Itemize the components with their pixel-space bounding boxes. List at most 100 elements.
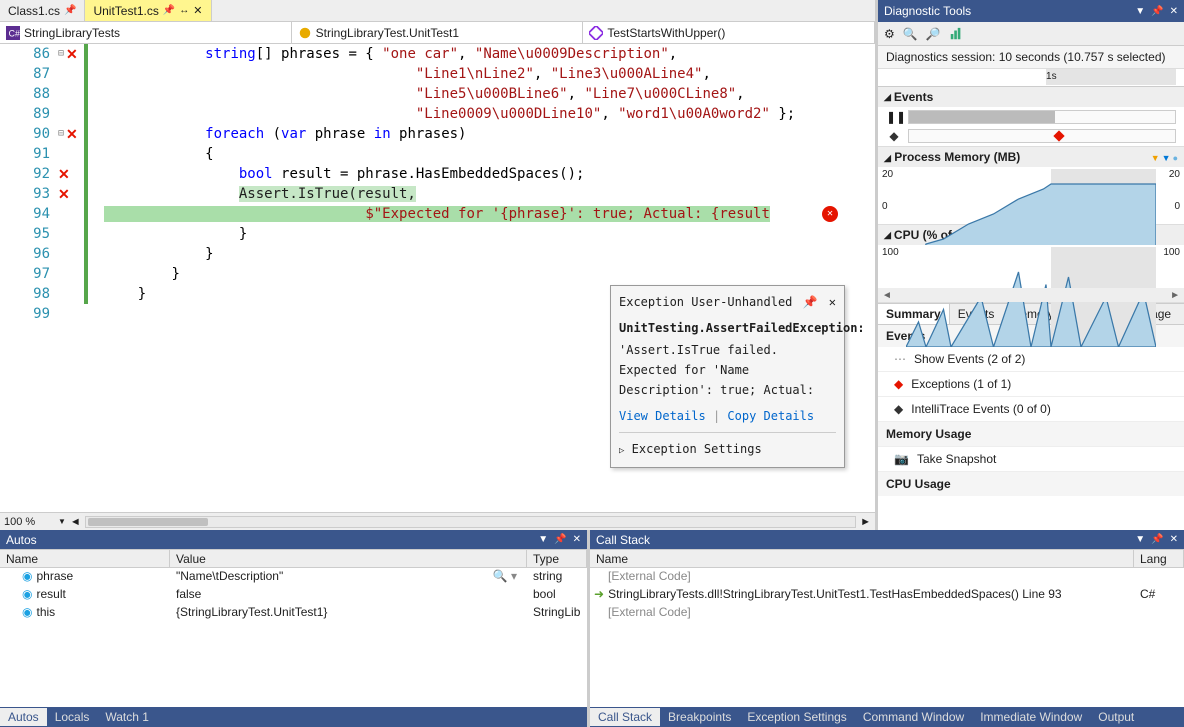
events-header[interactable]: ◢Events (878, 87, 1184, 107)
callstack-grid[interactable]: [External Code]➜StringLibraryTests.dll!S… (590, 568, 1184, 707)
zoom-out-icon[interactable]: 🔎 (926, 27, 941, 41)
collapse-icon: ◢ (884, 230, 891, 241)
tab-exception-settings[interactable]: Exception Settings (739, 708, 854, 726)
show-events-link[interactable]: ⋯Show Events (2 of 2) (878, 347, 1184, 372)
tab-unittest1[interactable]: UnitTest1.cs 📌 ↔ ✕ (85, 0, 211, 21)
dropdown-icon[interactable]: ▼ (1135, 6, 1145, 17)
collapse-icon: ◢ (884, 92, 891, 103)
tab-locals[interactable]: Locals (47, 708, 98, 726)
nav-method[interactable]: TestStartsWithUpper() (583, 22, 875, 43)
callstack-header: Name Lang (590, 550, 1184, 568)
view-details-link[interactable]: View Details (619, 409, 706, 423)
line-numbers: 8687888990919293949596979899 (0, 44, 58, 512)
dropdown-icon[interactable]: ▼ (538, 534, 548, 545)
diag-toolbar: ⚙ 🔍 🔎 (878, 22, 1184, 46)
take-snapshot-button[interactable]: 📷Take Snapshot (878, 447, 1184, 472)
tab-command-window[interactable]: Command Window (855, 708, 972, 726)
scroll-right-icon[interactable]: ► (1170, 290, 1180, 301)
exception-settings-toggle[interactable]: ▷ Exception Settings (619, 432, 836, 461)
session-info: Diagnostics session: 10 seconds (10.757 … (878, 46, 1184, 69)
code-editor[interactable]: 8687888990919293949596979899 ⊟ ✕⊟ ✕✕✕ st… (0, 44, 875, 512)
exception-track (908, 129, 1176, 143)
table-row[interactable]: ◉this{StringLibraryTest.UnitTest1}String… (0, 604, 587, 622)
navigation-bar: C# StringLibraryTests StringLibraryTest.… (0, 22, 875, 44)
callstack-tab-strip: Call Stack Breakpoints Exception Setting… (590, 707, 1184, 727)
zoom-level[interactable]: 100 % (4, 516, 54, 528)
exception-heading: UnitTesting.AssertFailedException: (619, 318, 836, 338)
autos-grid[interactable]: ◉phrase"Name\tDescription"🔍 ▾string◉resu… (0, 568, 587, 707)
camera-icon: 📷 (894, 452, 909, 466)
diamond-icon: ◆ (886, 129, 902, 143)
change-marker (84, 44, 88, 304)
exception-popup: Exception User-Unhandled 📌 ✕ UnitTesting… (610, 285, 845, 468)
gc-icon[interactable]: ● (1173, 153, 1178, 163)
close-icon[interactable]: ✕ (573, 534, 581, 545)
marker-icon: ▼ (1162, 153, 1171, 163)
col-value[interactable]: Value (170, 550, 527, 567)
marker-icon: ▼ (1151, 153, 1160, 163)
preview-icon: ↔ (179, 5, 189, 16)
pin-icon[interactable]: 📌 (64, 5, 76, 16)
event-track (908, 110, 1176, 124)
autos-title-bar: Autos ▼📌✕ (0, 530, 587, 550)
pin-icon[interactable]: 📌 (803, 295, 818, 309)
timeline-ruler[interactable]: 1s (878, 69, 1184, 87)
table-row[interactable]: [External Code] (590, 568, 1184, 586)
table-row[interactable]: [External Code] (590, 604, 1184, 622)
diamond-icon: ◆ (894, 377, 903, 391)
col-name[interactable]: Name (0, 550, 170, 567)
chevron-down-icon[interactable]: ▼ (58, 517, 66, 526)
exceptions-link[interactable]: ◆Exceptions (1 of 1) (878, 372, 1184, 397)
autos-tab-strip: Autos Locals Watch 1 (0, 707, 587, 727)
pin-icon[interactable]: 📌 (1151, 534, 1163, 545)
close-icon[interactable]: ✕ (829, 295, 836, 309)
autos-header: Name Value Type (0, 550, 587, 568)
tab-watch1[interactable]: Watch 1 (97, 708, 157, 726)
memory-header[interactable]: ◢ Process Memory (MB) ▼▼● (878, 147, 1184, 167)
close-icon[interactable]: ✕ (193, 4, 202, 17)
tab-autos[interactable]: Autos (0, 708, 47, 726)
tab-breakpoints[interactable]: Breakpoints (660, 708, 739, 726)
horizontal-scrollbar[interactable] (85, 516, 856, 528)
nav-class[interactable]: StringLibraryTest.UnitTest1 (292, 22, 584, 43)
editor-tab-strip: Class1.cs 📌 UnitTest1.cs 📌 ↔ ✕ (0, 0, 875, 22)
tab-label: Class1.cs (8, 4, 60, 18)
copy-details-link[interactable]: Copy Details (727, 409, 814, 423)
exception-icon[interactable]: ✕ (822, 206, 838, 222)
tab-label: UnitTest1.cs (93, 4, 158, 18)
cpu-usage-section: CPU Usage (878, 472, 1184, 496)
col-name[interactable]: Name (590, 550, 1134, 567)
svg-text:C#: C# (9, 28, 20, 38)
tab-immediate-window[interactable]: Immediate Window (972, 708, 1090, 726)
diagnostic-tools-title: Diagnostic Tools ▼📌✕ (878, 0, 1184, 22)
callstack-title-bar: Call Stack ▼📌✕ (590, 530, 1184, 550)
pin-icon[interactable]: 📌 (1151, 6, 1163, 17)
table-row[interactable]: ◉resultfalsebool (0, 586, 587, 604)
tab-callstack[interactable]: Call Stack (590, 708, 660, 726)
gear-icon[interactable]: ⚙ (884, 27, 895, 41)
pin-icon[interactable]: 📌 (163, 5, 175, 16)
col-type[interactable]: Type (527, 550, 587, 567)
tab-class1[interactable]: Class1.cs 📌 (0, 0, 85, 21)
cpu-graph[interactable]: 100 100 ◄► (878, 245, 1184, 303)
memory-usage-section: Memory Usage (878, 422, 1184, 447)
scroll-right-icon[interactable]: ► (860, 516, 871, 528)
zoom-in-icon[interactable]: 🔍 (903, 27, 918, 41)
col-lang[interactable]: Lang (1134, 550, 1184, 567)
table-row[interactable]: ◉phrase"Name\tDescription"🔍 ▾string (0, 568, 587, 586)
close-icon[interactable]: ✕ (1170, 534, 1178, 545)
chart-icon[interactable] (949, 27, 963, 41)
scroll-left-icon[interactable]: ◄ (882, 290, 892, 301)
nav-scope[interactable]: C# StringLibraryTests (0, 22, 292, 43)
memory-graph[interactable]: 20 20 0 0 (878, 167, 1184, 225)
scroll-left-icon[interactable]: ◄ (70, 516, 81, 528)
exception-message: 'Assert.IsTrue failed. Expected for 'Nam… (619, 340, 836, 400)
table-row[interactable]: ➜StringLibraryTests.dll!StringLibraryTes… (590, 586, 1184, 604)
events-graph[interactable]: ❚❚ ◆ (878, 107, 1184, 147)
close-icon[interactable]: ✕ (1170, 6, 1178, 17)
dropdown-icon[interactable]: ▼ (1135, 534, 1145, 545)
tab-output[interactable]: Output (1090, 708, 1142, 726)
pin-icon[interactable]: 📌 (554, 534, 566, 545)
intellitrace-link[interactable]: ◆IntelliTrace Events (0 of 0) (878, 397, 1184, 422)
events-icon: ⋯ (894, 352, 906, 366)
